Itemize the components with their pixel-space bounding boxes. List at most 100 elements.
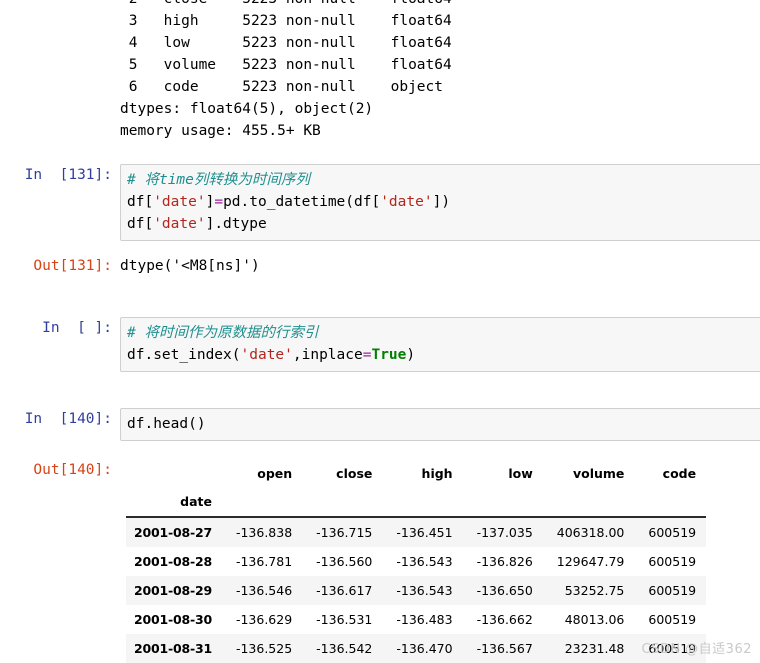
dataframe-col-close: close — [336, 466, 373, 481]
table-cell-low: -136.650 — [476, 583, 533, 598]
table-cell-close: -136.531 — [316, 612, 373, 627]
table-cell-open: -136.629 — [235, 612, 293, 627]
code-empty-kw: True — [371, 347, 407, 363]
info-line-code: 6 code 5223 non-null object — [120, 79, 444, 95]
info-line-dtypes: dtypes: float64(5), object(2) — [120, 101, 374, 117]
out-text-131: dtype('<M8[ns]') — [120, 258, 260, 274]
in-prompt-140: In [140]: — [24, 411, 112, 427]
dataframe-col-high: high — [421, 466, 453, 481]
table-row: 2001-08-27 -136.838 -136.715 -136.451 -1… — [126, 517, 707, 547]
table-cell-code: 600519 — [648, 612, 697, 627]
table-row-index: 2001-08-28 — [134, 554, 212, 569]
table-cell-volume: 53252.75 — [564, 583, 625, 598]
table-row: 2001-08-31 -136.525 -136.542 -136.470 -1… — [126, 634, 707, 663]
code-131-l3-str: 'date' — [153, 216, 206, 232]
table-row-index: 2001-08-30 — [134, 612, 212, 627]
dataframe-index-row-blank-1 — [221, 494, 303, 518]
code-140-line: df.head() — [127, 416, 206, 432]
jupyter-notebook: 2 close 5223 non-null float64 3 high 522… — [0, 0, 760, 663]
code-editor-140[interactable]: df.head() — [120, 408, 760, 441]
table-cell-volume: 23231.48 — [564, 641, 625, 656]
code-cell-140[interactable]: In [140]: df.head() — [0, 408, 760, 441]
dataframe-index-row-blank-4 — [462, 494, 543, 518]
table-cell-volume: 129647.79 — [556, 554, 625, 569]
table-cell-high: -136.470 — [396, 641, 453, 656]
out-prompt-131: Out[131]: — [33, 258, 112, 274]
table-cell-open: -136.546 — [235, 583, 293, 598]
table-cell-volume: 406318.00 — [556, 525, 625, 540]
dataframe-index-row-blank-5 — [542, 494, 635, 518]
dataframe-col-low: low — [508, 466, 533, 481]
table-cell-high: -136.543 — [396, 583, 453, 598]
table-cell-high: -136.451 — [396, 525, 453, 540]
dataframe-index-name-row: date — [126, 494, 707, 518]
info-line-volume: 5 volume 5223 non-null float64 — [120, 57, 452, 73]
table-cell-open: -136.838 — [235, 525, 293, 540]
dataframe-col-volume: volume — [572, 466, 625, 481]
in-prompt-131: In [131]: — [24, 167, 112, 183]
table-cell-close: -136.560 — [316, 554, 373, 569]
table-row-index: 2001-08-31 — [134, 641, 212, 656]
code-empty-b: ,inplace — [292, 347, 363, 363]
code-cell-131[interactable]: In [131]: # 将time列转换为时间序列 df['date']=pd.… — [0, 164, 760, 241]
table-cell-low: -136.826 — [476, 554, 533, 569]
table-cell-open: -136.525 — [235, 641, 293, 656]
table-cell-high: -136.543 — [396, 554, 453, 569]
dataframe-col-code: code — [662, 466, 697, 481]
table-cell-low: -136.567 — [476, 641, 533, 656]
dataframe-table: open close high low volume code date 200… — [126, 461, 707, 663]
table-row: 2001-08-28 -136.781 -136.560 -136.543 -1… — [126, 547, 707, 576]
table-cell-code: 600519 — [648, 554, 697, 569]
table-row-index: 2001-08-27 — [134, 525, 212, 540]
code-empty-a: df.set_index( — [127, 347, 241, 363]
code-131-l2-op: = — [214, 194, 224, 210]
table-cell-volume: 48013.06 — [564, 612, 625, 627]
code-cell-empty[interactable]: In [ ]: # 将时间作为原数据的行索引 df.set_index('dat… — [0, 317, 760, 372]
code-comment-empty: # 将时间作为原数据的行索引 — [127, 325, 319, 341]
code-131-l3-b: ].dtype — [205, 216, 267, 232]
code-131-l2-a: df[ — [127, 194, 154, 210]
code-131-l2-str2: 'date' — [380, 194, 433, 210]
table-cell-code: 600519 — [648, 583, 697, 598]
dataframe-output: open close high low volume code date 200… — [120, 459, 760, 663]
dataframe-index-row-blank-2 — [302, 494, 383, 518]
stream-output-cell: 2 close 5223 non-null float64 3 high 522… — [0, 0, 760, 142]
code-editor-empty[interactable]: # 将时间作为原数据的行索引 df.set_index('date',inpla… — [120, 317, 760, 372]
code-editor-131[interactable]: # 将time列转换为时间序列 df['date']=pd.to_datetim… — [120, 164, 760, 241]
dataframe-body: 2001-08-27 -136.838 -136.715 -136.451 -1… — [126, 517, 707, 663]
output-cell-131: Out[131]: dtype('<M8[ns]') — [0, 255, 760, 277]
code-comment-131: # 将time列转换为时间序列 — [127, 172, 310, 188]
table-cell-close: -136.617 — [316, 583, 373, 598]
dataframe-index-row-blank-3 — [382, 494, 463, 518]
in-prompt-empty: In [ ]: — [42, 320, 112, 336]
table-cell-low: -137.035 — [476, 525, 533, 540]
table-cell-high: -136.483 — [396, 612, 453, 627]
table-cell-close: -136.542 — [316, 641, 373, 656]
dataframe-column-header-row: open close high low volume code — [126, 461, 706, 494]
dataframe-info-output: 2 close 5223 non-null float64 3 high 522… — [120, 0, 760, 142]
code-131-l2-str1: 'date' — [153, 194, 206, 210]
info-line-memory: memory usage: 455.5+ KB — [120, 123, 321, 139]
info-line-close: 2 close 5223 non-null float64 — [120, 0, 452, 7]
table-cell-low: -136.662 — [476, 612, 533, 627]
dataframe-corner-blank — [126, 461, 222, 494]
dataframe-index-name: date — [126, 494, 222, 518]
csdn-watermark: CSDN @自适362 — [641, 642, 752, 657]
code-empty-c: ) — [406, 347, 416, 363]
table-cell-close: -136.715 — [316, 525, 373, 540]
table-row: 2001-08-30 -136.629 -136.531 -136.483 -1… — [126, 605, 707, 634]
output-cell-140: Out[140]: open close high low volume cod… — [0, 459, 760, 663]
table-row: 2001-08-29 -136.546 -136.617 -136.543 -1… — [126, 576, 707, 605]
table-cell-open: -136.781 — [235, 554, 293, 569]
info-line-low: 4 low 5223 non-null float64 — [120, 35, 452, 51]
table-row-index: 2001-08-29 — [134, 583, 212, 598]
code-131-l2-c: pd.to_datetime(df[ — [223, 194, 381, 210]
code-131-l3-a: df[ — [127, 216, 154, 232]
out-prompt-140: Out[140]: — [33, 462, 112, 478]
dataframe-head: open close high low volume code date — [126, 461, 707, 518]
code-empty-str: 'date' — [240, 347, 293, 363]
info-line-high: 3 high 5223 non-null float64 — [120, 13, 452, 29]
code-131-l2-d: ]) — [432, 194, 451, 210]
table-cell-code: 600519 — [648, 525, 697, 540]
dataframe-col-open: open — [257, 466, 293, 481]
